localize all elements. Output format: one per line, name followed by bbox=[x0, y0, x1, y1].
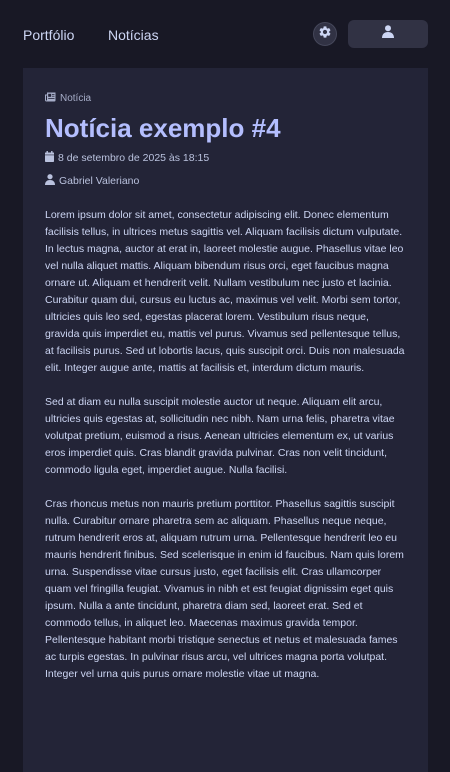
article-title: Notícia exemplo #4 bbox=[45, 113, 281, 143]
article-card: Notícia Notícia exemplo #4 8 de setembro… bbox=[23, 68, 428, 772]
author-name: Gabriel Valeriano bbox=[59, 175, 140, 187]
article-paragraph: Lorem ipsum dolor sit amet, consectetur … bbox=[45, 209, 405, 374]
category-label: Notícia bbox=[60, 93, 92, 104]
article-date: 8 de setembro de 2025 às 18:15 bbox=[45, 151, 209, 165]
calendar-icon bbox=[45, 151, 58, 165]
newspaper-icon bbox=[45, 92, 60, 105]
user-icon bbox=[45, 174, 59, 188]
article-body: Lorem ipsum dolor sit amet, consectetur … bbox=[45, 207, 405, 700]
article-paragraph: Cras rhoncus metus non mauris pretium po… bbox=[45, 498, 404, 680]
article-paragraph: Sed at diam eu nulla suscipit molestie a… bbox=[45, 396, 395, 476]
date-text: 8 de setembro de 2025 às 18:15 bbox=[58, 152, 210, 164]
gear-icon bbox=[318, 25, 332, 44]
nav-link-portfolio[interactable]: Portfólio bbox=[23, 26, 74, 44]
article-author: Gabriel Valeriano bbox=[45, 174, 139, 188]
top-navbar: Portfólio Notícias bbox=[0, 0, 450, 68]
user-menu-button[interactable] bbox=[348, 20, 428, 48]
article-category: Notícia bbox=[45, 92, 91, 105]
user-icon bbox=[382, 25, 394, 43]
nav-link-news[interactable]: Notícias bbox=[108, 26, 159, 44]
theme-toggle-button[interactable] bbox=[313, 22, 337, 46]
